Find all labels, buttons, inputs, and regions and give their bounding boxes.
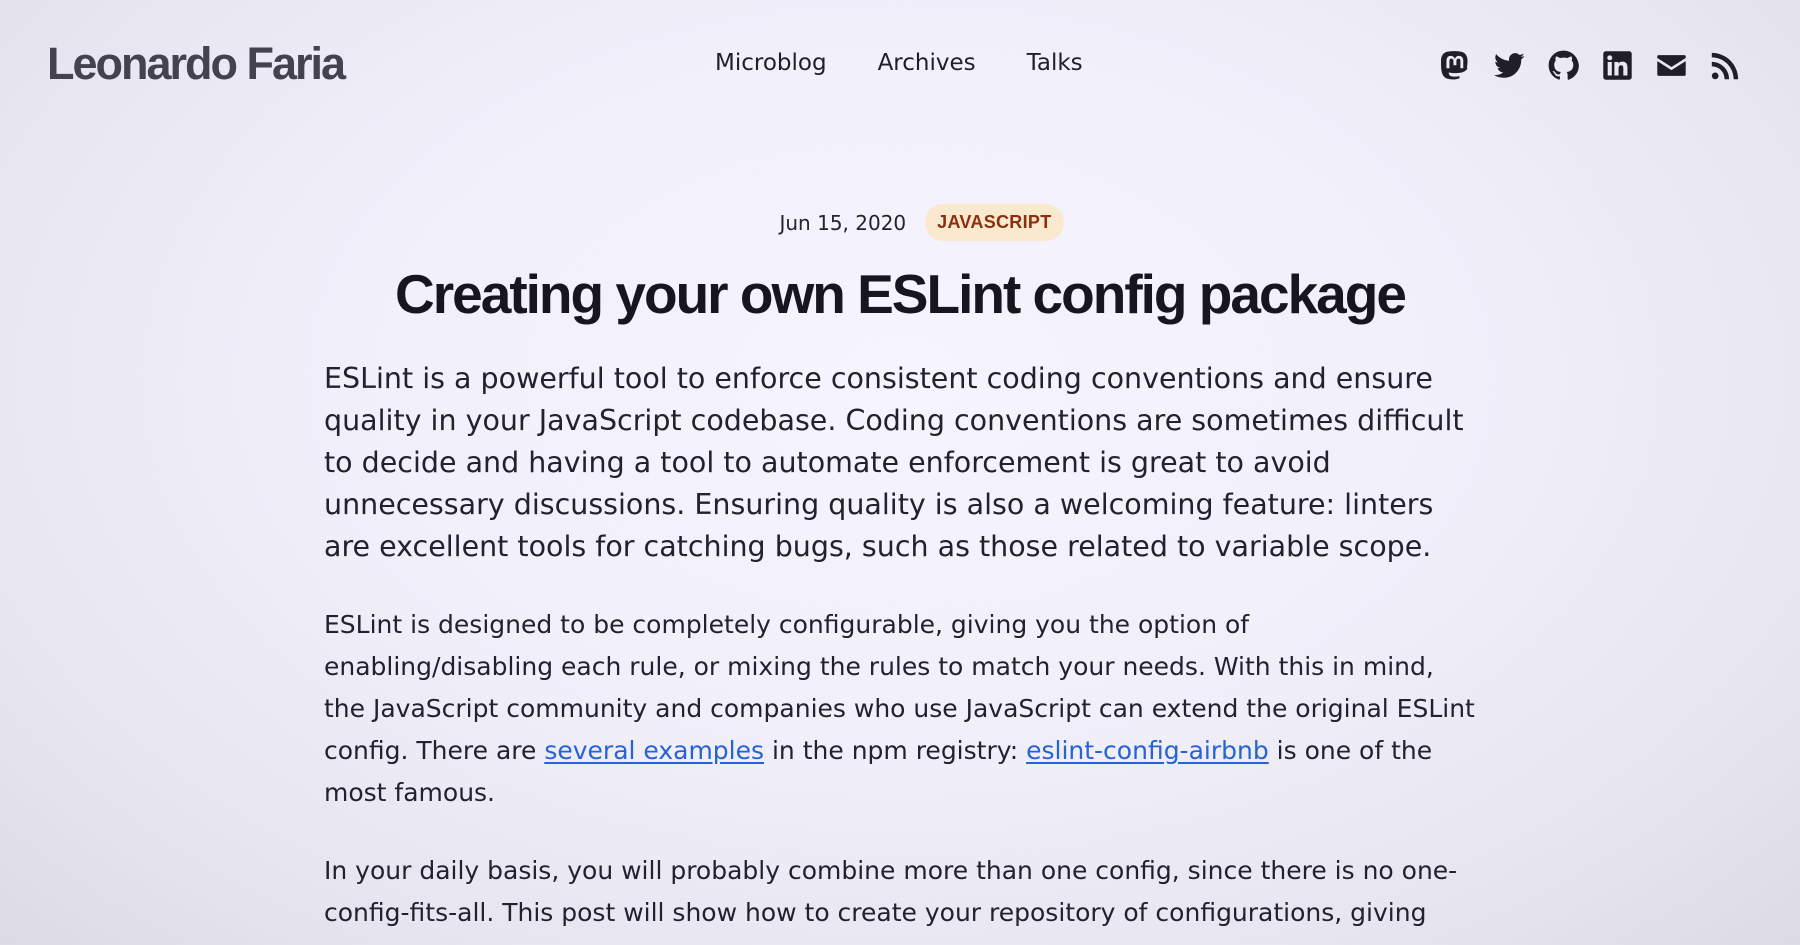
mastodon-icon (1441, 51, 1468, 80)
mastodon-link[interactable] (1440, 50, 1471, 81)
rss-link[interactable] (1710, 50, 1741, 81)
several-examples-link[interactable]: several examples (544, 736, 764, 765)
nav-item-microblog[interactable]: Microblog (715, 50, 827, 76)
twitter-icon (1494, 53, 1525, 78)
nav-item-talks[interactable]: Talks (1027, 50, 1083, 76)
linkedin-icon (1603, 51, 1632, 80)
github-icon (1548, 50, 1579, 80)
post-date: Jun 15, 2020 (779, 210, 907, 235)
post-content: ESLint is a powerful tool to enforce con… (324, 358, 1476, 945)
rss-icon (1711, 52, 1739, 80)
site-logo-link[interactable]: Leonardo Faria (47, 38, 346, 90)
main-nav: Microblog Archives Talks (715, 50, 1083, 76)
twitter-link[interactable] (1494, 50, 1525, 81)
post-meta: Jun 15, 2020 JAVASCRIPT (0, 204, 1800, 241)
linkedin-link[interactable] (1602, 50, 1633, 81)
email-link[interactable] (1656, 50, 1687, 81)
site-header: Leonardo Faria Microblog Archives Talks (0, 0, 1800, 136)
post-lead-paragraph: ESLint is a powerful tool to enforce con… (324, 362, 1464, 563)
github-link[interactable] (1548, 50, 1579, 81)
email-icon (1657, 55, 1686, 76)
eslint-config-airbnb-link[interactable]: eslint-config-airbnb (1026, 736, 1269, 765)
post-title: Creating your own ESLint config package (395, 263, 1407, 325)
post-paragraph: In your daily basis, you will probably c… (324, 856, 1458, 927)
post-tag-badge[interactable]: JAVASCRIPT (925, 204, 1064, 241)
post-paragraph: ESLint is designed to be completely conf… (324, 604, 1476, 814)
social-links (1440, 50, 1741, 81)
nav-item-archives[interactable]: Archives (878, 50, 976, 76)
text-segment: in the npm registry: (764, 736, 1027, 765)
